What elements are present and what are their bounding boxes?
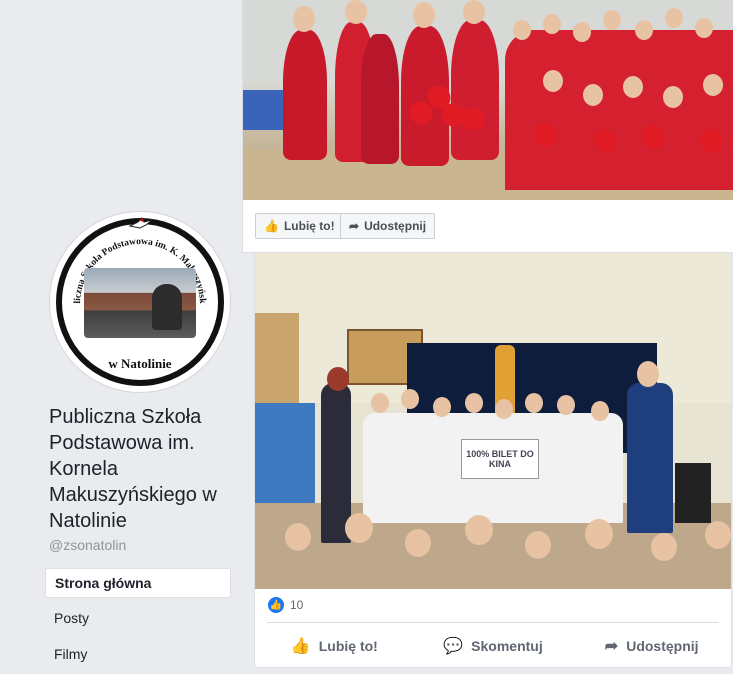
comment-button-label: Skomentuj <box>471 638 543 654</box>
thumbs-up-outline-icon: 👍 <box>290 638 311 655</box>
divider <box>267 622 719 623</box>
nav-item-posts[interactable]: Posty <box>45 602 231 634</box>
share-arrow-icon: ➦ <box>349 219 360 233</box>
like-button[interactable]: 👍 Lubię to! <box>255 629 414 663</box>
like-button[interactable]: 👍 Lubię to! <box>255 213 344 239</box>
nav-item-home[interactable]: Strona główna <box>45 568 231 598</box>
logo-portrait <box>152 284 182 330</box>
comment-button[interactable]: 💬 Skomentuj <box>414 629 573 663</box>
post-card: 👍 Lubię to! ➦ Udostępnij <box>242 0 733 253</box>
page-handle[interactable]: @zsonatolin <box>49 537 126 553</box>
share-button[interactable]: ➦ Udostępnij <box>572 629 731 663</box>
page-title[interactable]: Publiczna Szkoła Podstawowa im. Kornela … <box>49 404 239 534</box>
left-sidebar: Publiczna Szkoła Podstawowa im. K. Makus… <box>0 0 242 674</box>
like-button-label: Lubię to! <box>318 638 378 654</box>
post-actions: 👍 Lubię to! 💬 Skomentuj ➦ Udostępnij <box>255 629 731 663</box>
reaction-count: 10 <box>290 598 304 612</box>
post-card: 100% BILET DO KINA 👍 10 👍 Lubię to! 💬 Sk… <box>254 252 732 668</box>
share-button-label: Udostępnij <box>626 638 699 654</box>
post-photo[interactable]: 100% BILET DO KINA <box>255 253 731 589</box>
profile-picture[interactable]: Publiczna Szkoła Podstawowa im. K. Makus… <box>50 212 230 392</box>
logo-school-photo <box>84 268 196 338</box>
comment-bubble-icon: 💬 <box>443 638 464 655</box>
post-photo[interactable] <box>243 0 733 200</box>
like-button-label: Lubię to! <box>283 219 335 233</box>
page-nav: Strona główna Posty Filmy <box>45 568 231 670</box>
stork-icon <box>128 217 153 229</box>
like-reaction-icon: 👍 <box>268 597 284 613</box>
nav-item-videos[interactable]: Filmy <box>45 638 231 670</box>
photo-sign: 100% BILET DO KINA <box>461 439 539 479</box>
share-button[interactable]: ➦ Udostępnij <box>340 213 436 239</box>
thumbs-up-icon: 👍 <box>264 219 279 233</box>
share-button-label: Udostępnij <box>364 219 427 233</box>
reaction-summary[interactable]: 👍 10 <box>268 597 303 613</box>
share-arrow-icon: ➦ <box>604 638 619 655</box>
logo-bottom-text: w Natolinie <box>108 356 172 371</box>
